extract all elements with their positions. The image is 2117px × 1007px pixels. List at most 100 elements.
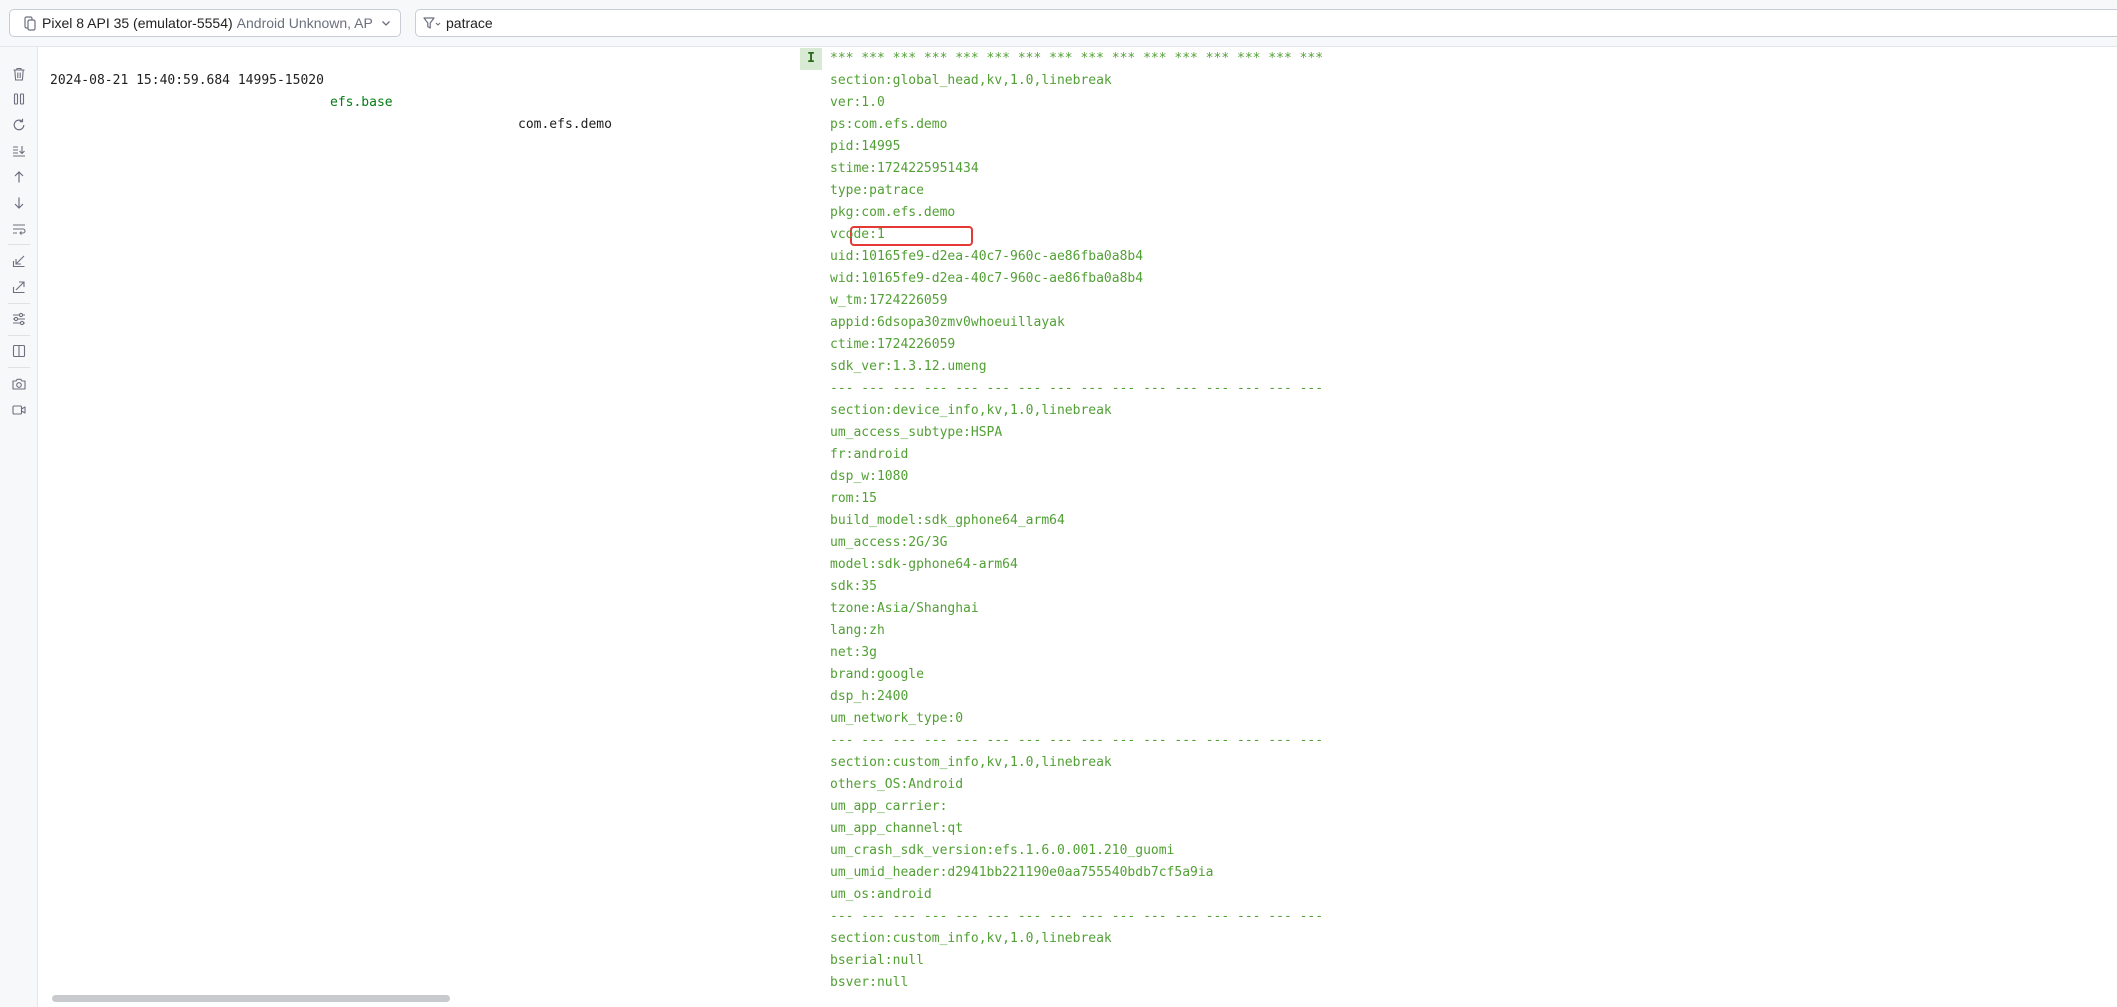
log-message-text: pid:14995 [830, 139, 901, 154]
log-message-line: --- --- --- --- --- --- --- --- --- --- … [38, 730, 2117, 752]
filter-input[interactable] [446, 15, 2046, 31]
export-logcat-button[interactable] [9, 277, 29, 297]
log-message-text: wid:10165fe9-d2ea-40c7-960c-ae86fba0a8b4 [830, 271, 1144, 286]
log-message-line: ctime:1724226059 [38, 334, 2117, 356]
log-message-line: lang:zh [38, 620, 2117, 642]
log-message-line: ver:1.0 [38, 92, 2117, 114]
import-logcat-button[interactable] [9, 251, 29, 271]
log-message-text: um_app_channel:qt [830, 821, 964, 836]
log-message-line: um_os:android [38, 884, 2117, 906]
log-message-line: stime:1724225951434 [38, 158, 2117, 180]
soft-wrap-button[interactable] [9, 219, 29, 239]
logcat-filter-bar[interactable] [415, 9, 2117, 37]
log-message-text: build_model:sdk_gphone64_arm64 [830, 513, 1065, 528]
log-message-line: um_access:2G/3G [38, 532, 2117, 554]
log-message-text: tzone:Asia/Shanghai [830, 601, 979, 616]
log-message-text: bserial:null [830, 953, 924, 968]
log-message-text: um_app_carrier: [830, 799, 948, 814]
import-icon [12, 255, 25, 268]
arrow-up-icon [14, 171, 24, 183]
log-message-text: appid:6dsopa30zmv0whoeuillayak [830, 315, 1065, 330]
scroll-to-end-button[interactable] [9, 141, 29, 161]
logcat-settings-button[interactable] [9, 309, 29, 329]
log-message-line: um_app_channel:qt [38, 818, 2117, 840]
log-message-text: um_crash_sdk_version:efs.1.6.0.001.210_g… [830, 843, 1175, 858]
log-message-text: dsp_h:2400 [830, 689, 909, 704]
clear-logcat-button[interactable] [9, 64, 29, 84]
trash-icon [13, 67, 25, 81]
previous-occurrence-button[interactable] [9, 167, 29, 187]
log-message-text: *** *** *** *** *** *** *** *** *** *** … [830, 51, 1324, 66]
log-message-text: vcode:1 [830, 227, 885, 242]
restart-icon [13, 118, 25, 131]
pause-button[interactable] [9, 89, 29, 109]
logcat-output[interactable]: 2024-08-21 15:40:59.684 14995-15020 efs.… [38, 47, 2117, 987]
log-message-line: fr:android [38, 444, 2117, 466]
log-message-line: pid:14995 [38, 136, 2117, 158]
log-message-text: ver:1.0 [830, 95, 885, 110]
log-message-text: um_os:android [830, 887, 932, 902]
log-message-line: ps:com.efs.demo [38, 114, 2117, 136]
log-message-text: others_OS:Android [830, 777, 964, 792]
log-message-line: um_access_subtype:HSPA [38, 422, 2117, 444]
horizontal-scrollbar-thumb[interactable] [52, 995, 450, 1002]
screenshot-button[interactable] [9, 374, 29, 394]
scroll-to-end-icon [13, 146, 25, 157]
arrow-down-icon [14, 197, 24, 209]
log-message-text: sdk_ver:1.3.12.umeng [830, 359, 987, 374]
log-message-line: others_OS:Android [38, 774, 2117, 796]
log-message-line: build_model:sdk_gphone64_arm64 [38, 510, 2117, 532]
restart-button[interactable] [9, 115, 29, 135]
log-message-line: tzone:Asia/Shanghai [38, 598, 2117, 620]
log-message-text: section:global_head,kv,1.0,linebreak [830, 73, 1112, 88]
soft-wrap-icon [13, 224, 26, 235]
log-message-line: section:global_head,kv,1.0,linebreak [38, 70, 2117, 92]
horizontal-scrollbar[interactable] [38, 987, 2117, 1007]
filter-icon[interactable] [422, 15, 442, 31]
log-message-text: um_access_subtype:HSPA [830, 425, 1003, 440]
device-subtitle: Android Unknown, API [236, 15, 374, 31]
device-selector-dropdown[interactable]: Pixel 8 API 35 (emulator-5554) Android U… [9, 9, 401, 37]
log-message-text: --- --- --- --- --- --- --- --- --- --- … [830, 909, 1324, 924]
log-message-text: type:patrace [830, 183, 924, 198]
toolbar-separator [8, 335, 30, 336]
log-message-line: appid:6dsopa30zmv0whoeuillayak [38, 312, 2117, 334]
device-name: Pixel 8 API 35 (emulator-5554) [42, 15, 233, 31]
log-message-line: um_umid_header:d2941bb221190e0aa755540bd… [38, 862, 2117, 884]
log-message-line: type:patrace [38, 180, 2117, 202]
camera-icon [12, 378, 26, 390]
log-message-text: um_access:2G/3G [830, 535, 948, 550]
log-message-text: bsver:null [830, 975, 909, 987]
log-message-line: rom:15 [38, 488, 2117, 510]
log-message-text: section:custom_info,kv,1.0,linebreak [830, 931, 1112, 946]
split-panels-button[interactable] [9, 341, 29, 361]
screen-record-button[interactable] [9, 400, 29, 420]
log-message-text: um_network_type:0 [830, 711, 964, 726]
video-icon [12, 405, 26, 415]
toolbar-separator [8, 303, 30, 304]
log-message-line: bsver:null [38, 972, 2117, 987]
log-message-text: uid:10165fe9-d2ea-40c7-960c-ae86fba0a8b4 [830, 249, 1144, 264]
log-message-text: model:sdk-gphone64-arm64 [830, 557, 1018, 572]
log-message-text: lang:zh [830, 623, 885, 638]
settings-sliders-icon [13, 312, 25, 326]
log-message-text: net:3g [830, 645, 877, 660]
log-message-text: section:device_info,kv,1.0,linebreak [830, 403, 1112, 418]
log-message-text: stime:1724225951434 [830, 161, 979, 176]
log-message-line: wid:10165fe9-d2ea-40c7-960c-ae86fba0a8b4 [38, 268, 2117, 290]
log-message-line: dsp_h:2400 [38, 686, 2117, 708]
log-message-line: sdk_ver:1.3.12.umeng [38, 356, 2117, 378]
toolbar-separator [8, 367, 30, 368]
log-message-text: pkg:com.efs.demo [830, 205, 956, 220]
log-message-text: rom:15 [830, 491, 877, 506]
log-message-line: dsp_w:1080 [38, 466, 2117, 488]
next-occurrence-button[interactable] [9, 193, 29, 213]
chevron-down-icon [382, 21, 390, 26]
export-icon [12, 281, 25, 294]
log-message-line: brand:google [38, 664, 2117, 686]
log-message-line: model:sdk-gphone64-arm64 [38, 554, 2117, 576]
log-message-line: uid:10165fe9-d2ea-40c7-960c-ae86fba0a8b4 [38, 246, 2117, 268]
logcat-side-toolbar [0, 47, 38, 1007]
log-message-text: ps:com.efs.demo [830, 117, 948, 132]
log-message-line: *** *** *** *** *** *** *** *** *** *** … [38, 48, 2117, 70]
